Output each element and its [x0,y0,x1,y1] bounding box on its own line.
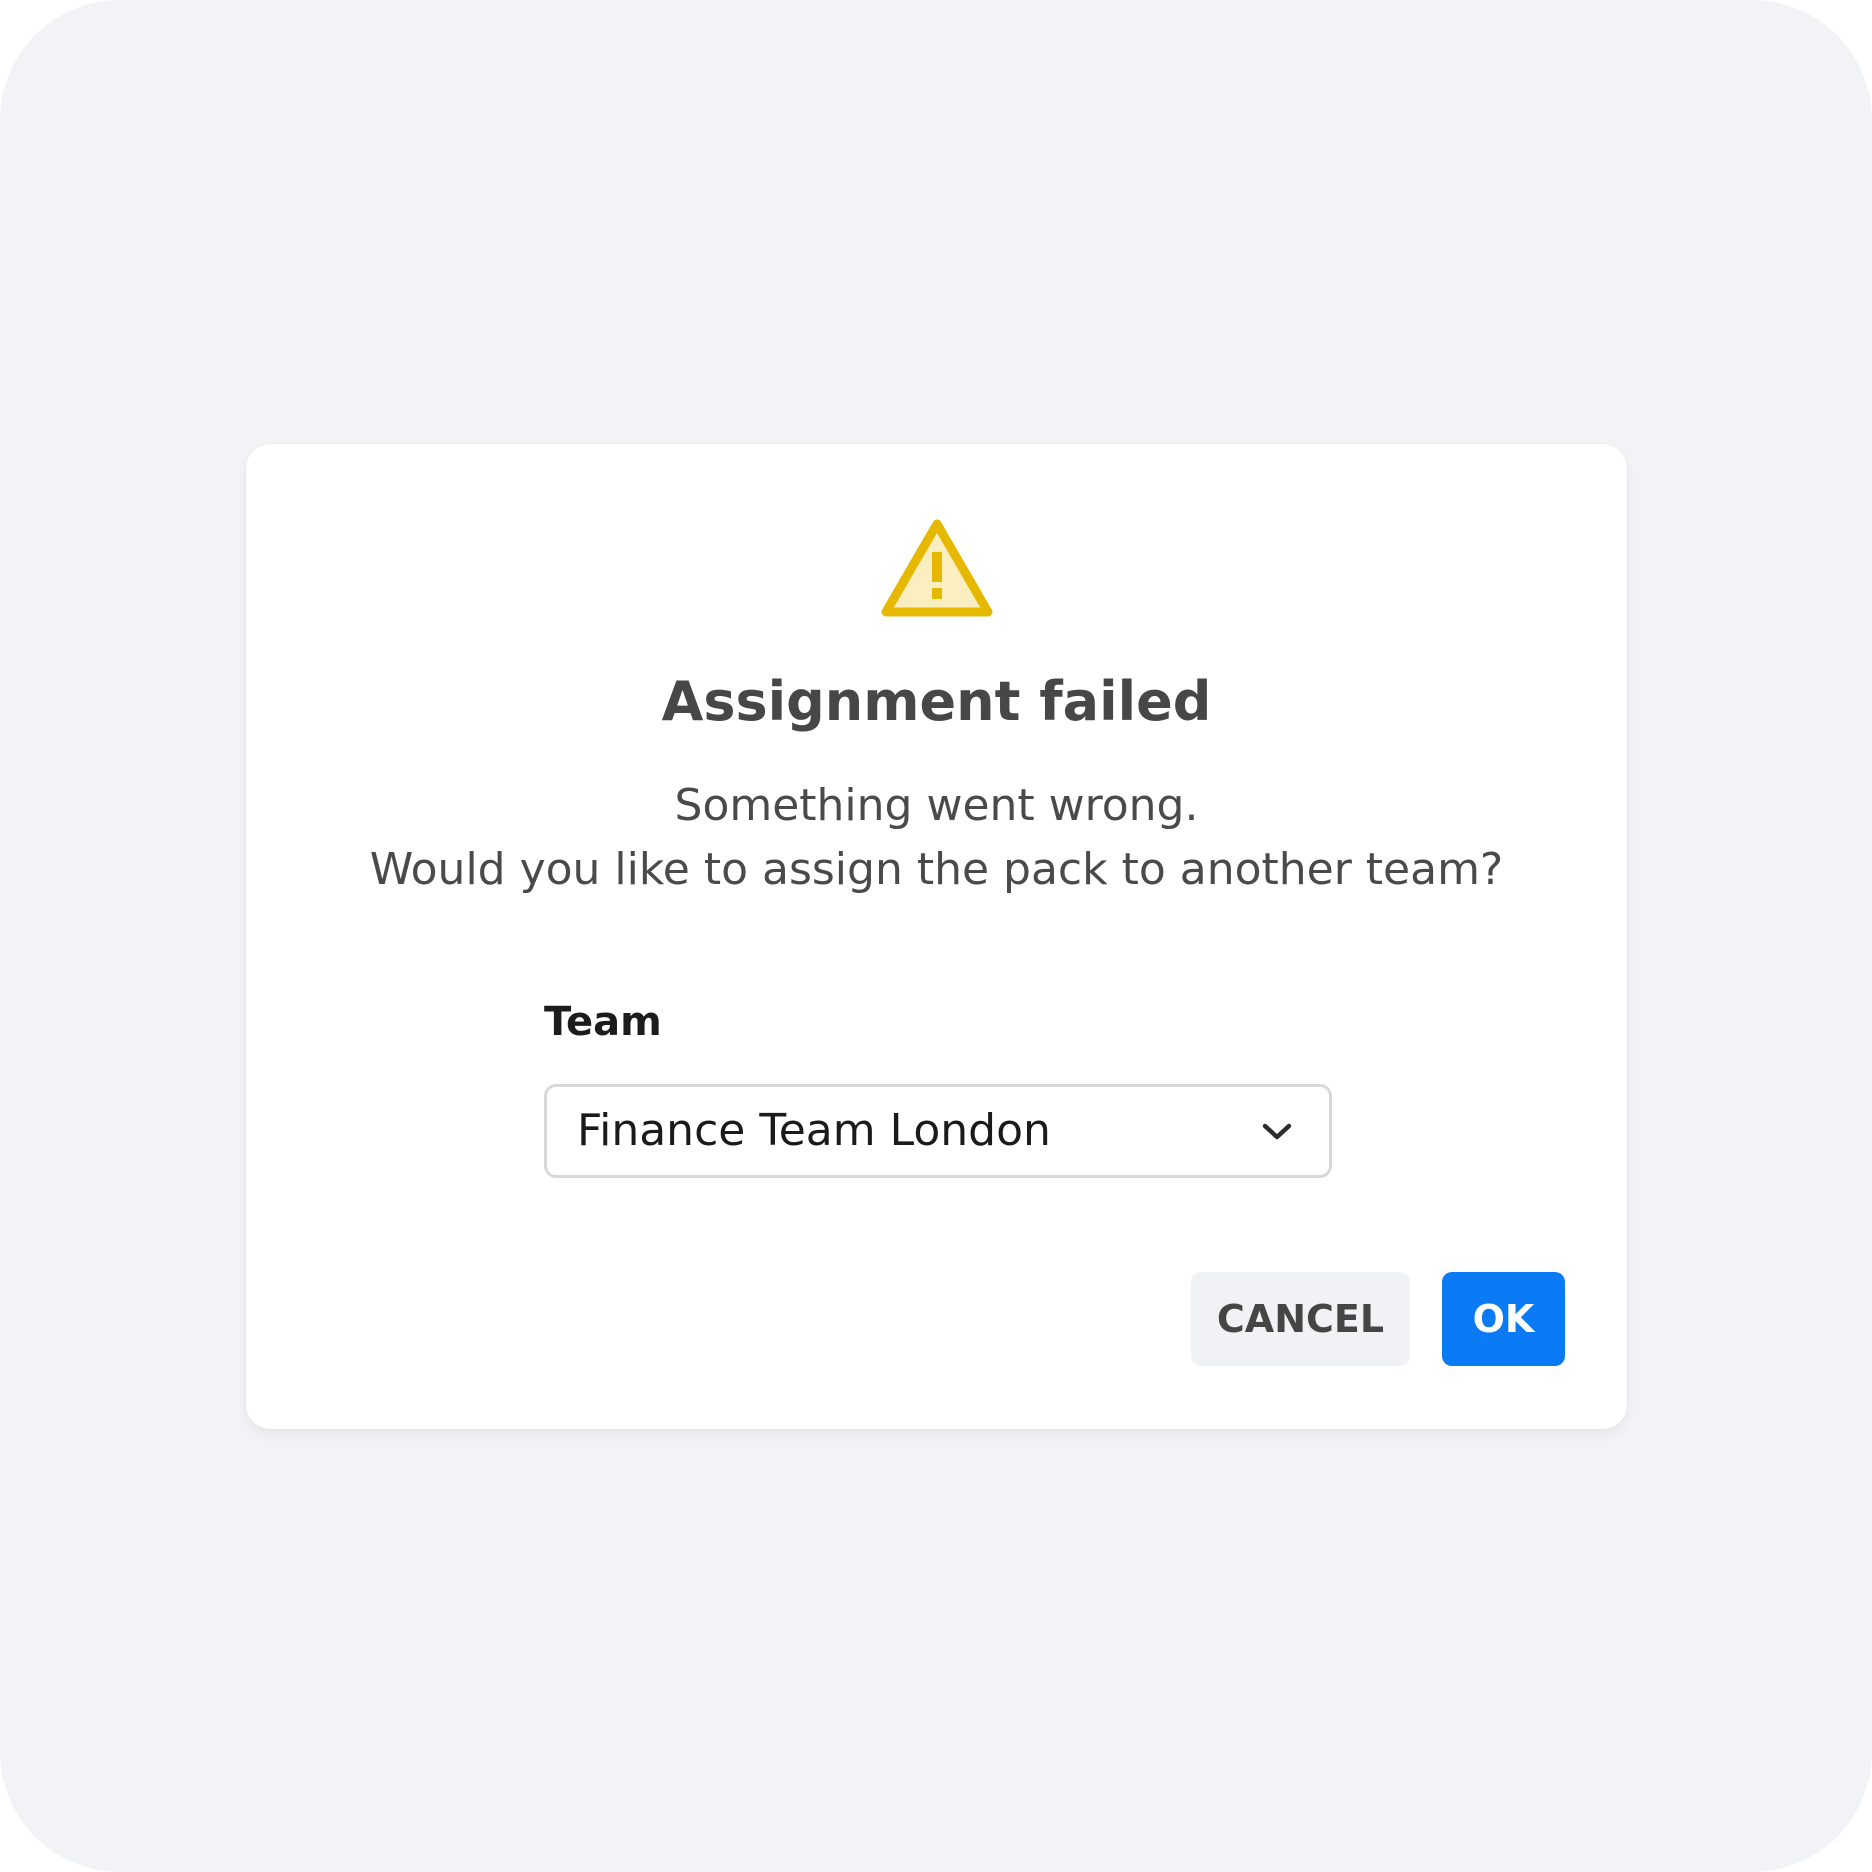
dialog-message-line-1: Something went wrong. [674,780,1199,831]
chevron-down-icon [1262,1123,1292,1140]
dialog-message-line-2: Would you like to assign the pack to ano… [369,844,1504,895]
team-field-label: Team [544,999,662,1045]
assignment-failed-dialog: Assignment failed Something went wrong. … [246,444,1627,1429]
dialog-message: Something went wrong. Would you like to … [246,774,1627,902]
dialog-title: Assignment failed [661,670,1212,733]
team-select[interactable]: Finance Team London [544,1084,1332,1178]
warning-triangle-icon [881,519,993,617]
team-select-value: Finance Team London [577,1105,1051,1156]
cancel-button[interactable]: CANCEL [1191,1272,1410,1366]
page-background: Assignment failed Something went wrong. … [0,0,1872,1872]
ok-button[interactable]: OK [1442,1272,1565,1366]
